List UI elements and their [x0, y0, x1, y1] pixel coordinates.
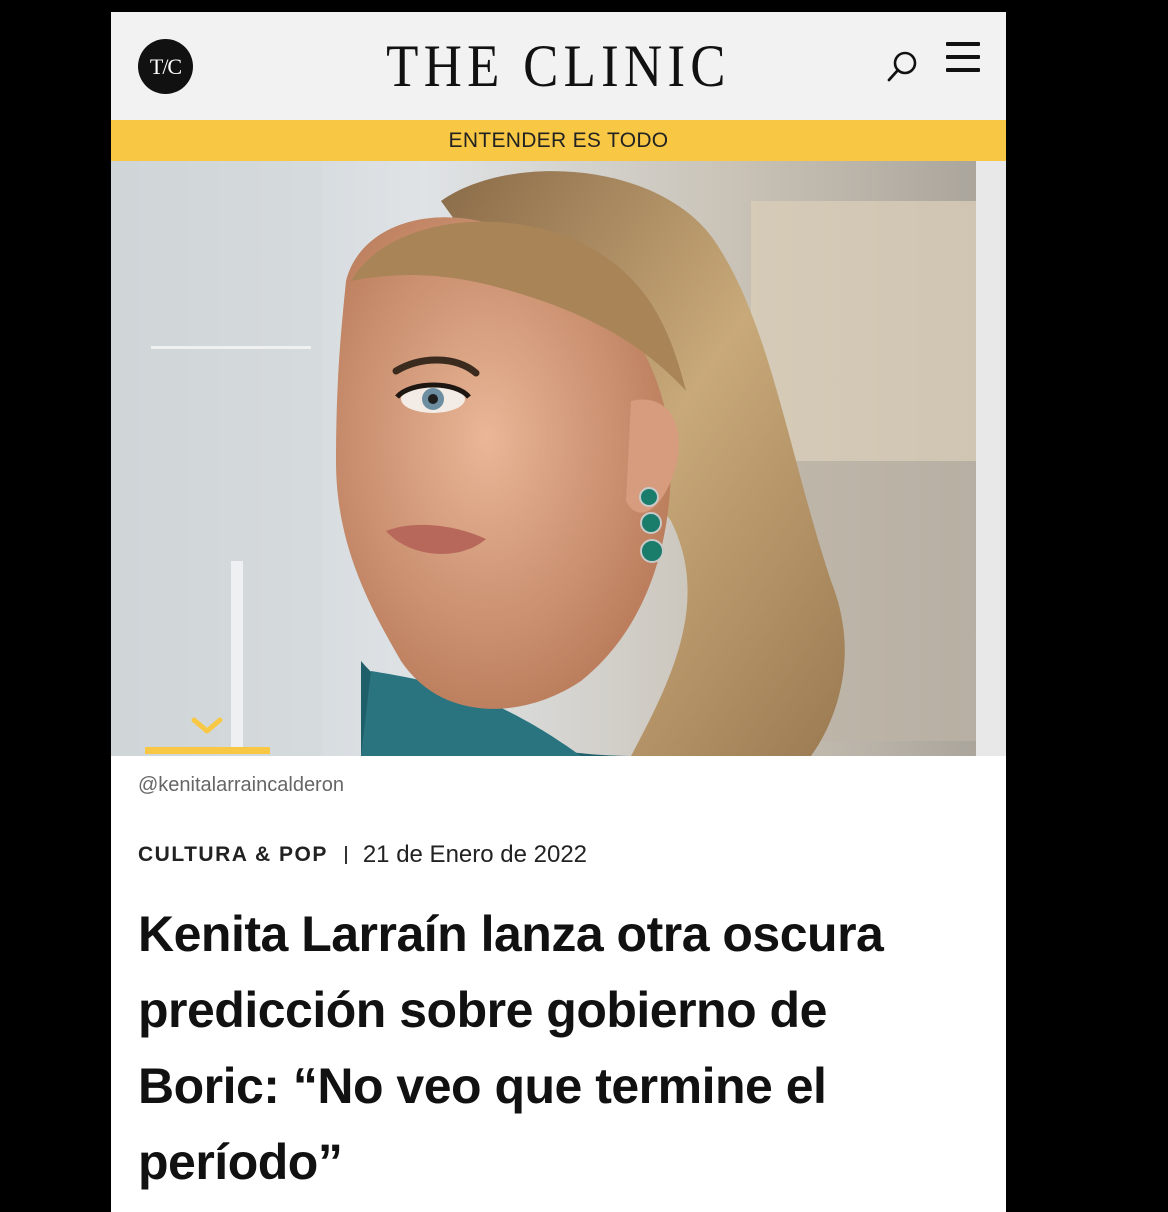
article-page: T/C THE CLINIC ENTENDER ES TODO @kenital… — [111, 12, 1006, 1212]
menu-icon[interactable] — [946, 42, 980, 74]
article-meta: CULTURA & POP 21 de Enero de 2022 — [138, 840, 587, 870]
site-header: T/C THE CLINIC — [111, 12, 1006, 120]
category-link[interactable]: CULTURA & POP — [138, 843, 328, 867]
slide-indicator — [145, 747, 270, 754]
article-date: 21 de Enero de 2022 — [362, 841, 588, 868]
hero-image[interactable] — [111, 161, 1006, 756]
chevron-down-icon[interactable] — [191, 717, 223, 735]
search-icon[interactable] — [885, 48, 921, 84]
photo-credit: @kenitalarraincalderon — [138, 774, 344, 796]
hero-photo — [111, 161, 1006, 756]
tagline-bar: ENTENDER ES TODO — [111, 120, 1006, 161]
meta-divider — [344, 846, 347, 864]
site-brand[interactable]: THE CLINIC — [165, 30, 953, 102]
article-headline[interactable]: Kenita Larraín lanza otra oscura predicc… — [138, 896, 978, 1200]
